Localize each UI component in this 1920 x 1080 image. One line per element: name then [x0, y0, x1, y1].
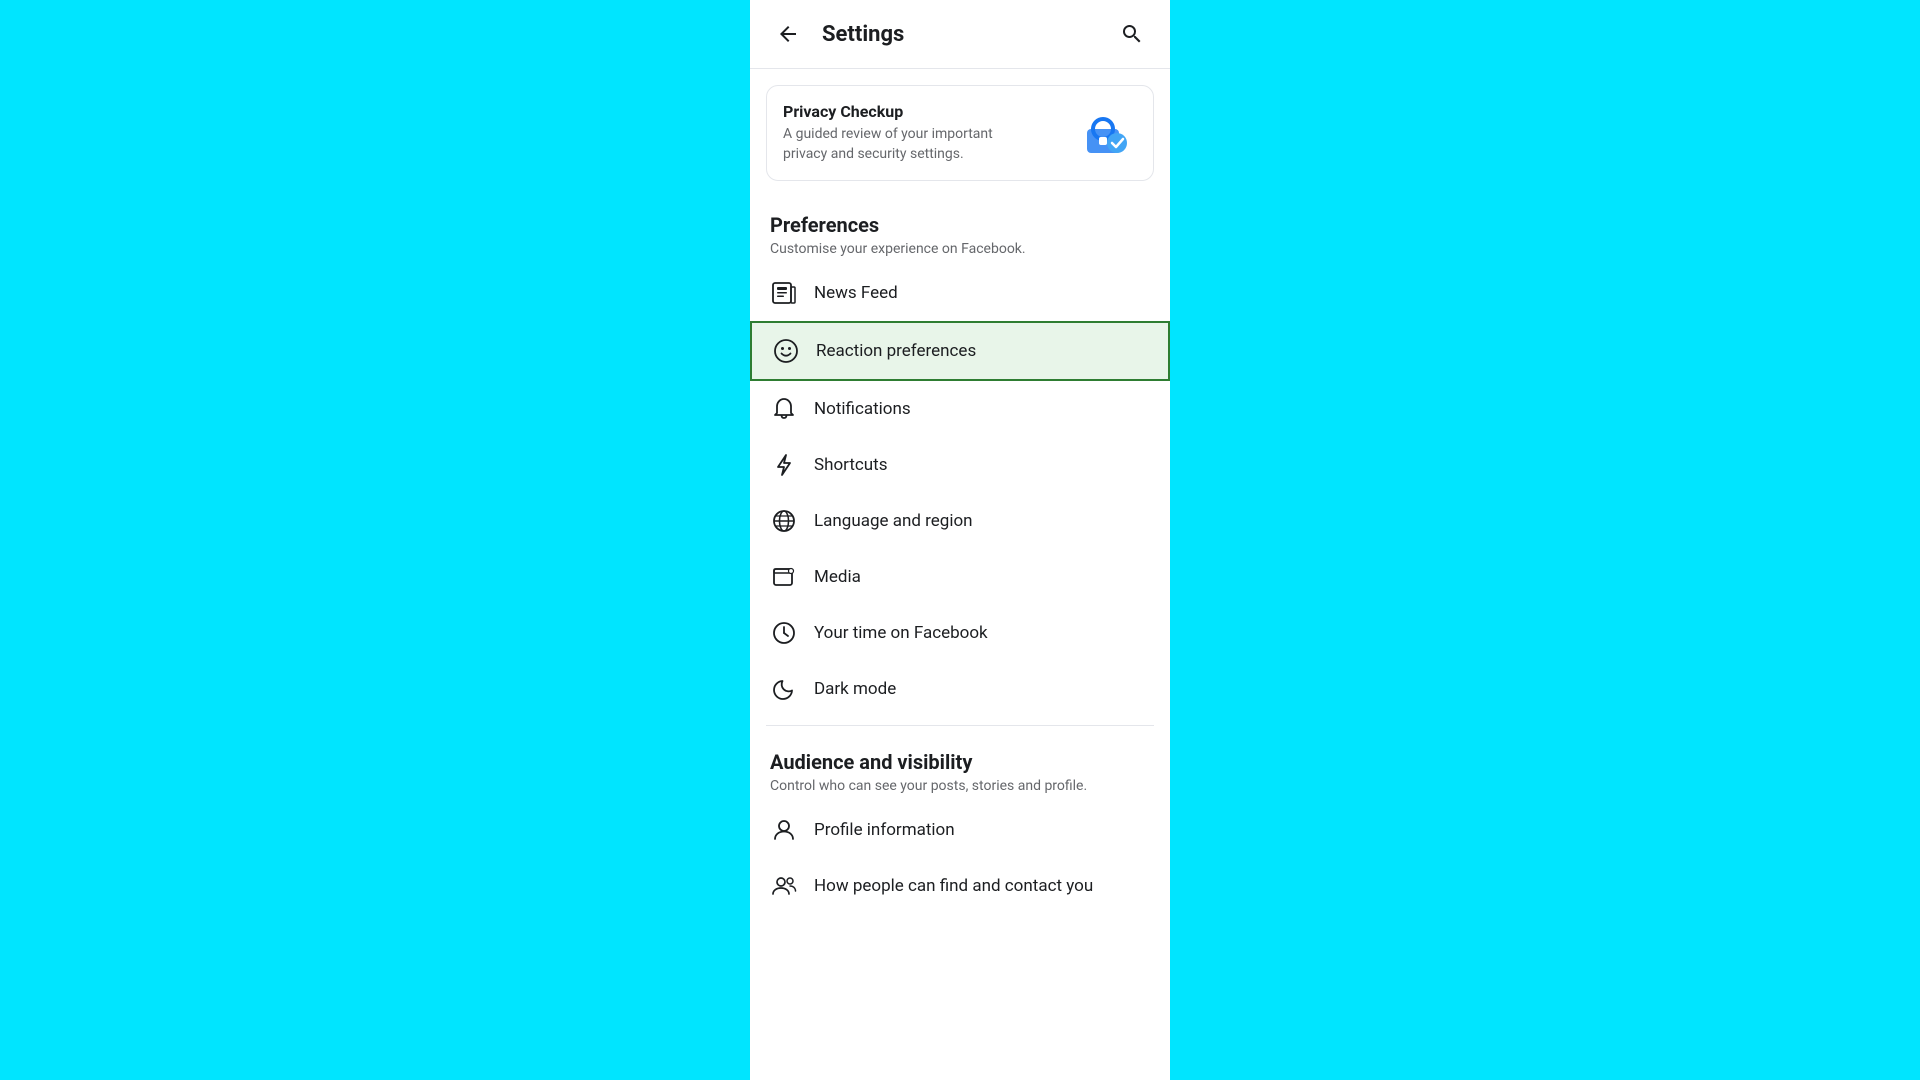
newspaper-icon	[770, 279, 798, 307]
shortcuts-label: Shortcuts	[814, 455, 888, 475]
lightning-icon	[770, 451, 798, 479]
profile-information-label: Profile information	[814, 820, 955, 840]
header: Settings	[750, 0, 1170, 69]
how-people-find-label: How people can find and contact you	[814, 876, 1093, 896]
menu-item-notifications[interactable]: Notifications	[750, 381, 1170, 437]
menu-item-language-region[interactable]: Language and region	[750, 493, 1170, 549]
menu-item-shortcuts[interactable]: Shortcuts	[750, 437, 1170, 493]
preferences-subtitle: Customise your experience on Facebook.	[770, 241, 1150, 257]
menu-item-reaction-preferences[interactable]: Reaction preferences	[750, 321, 1170, 381]
section-divider	[766, 725, 1154, 726]
menu-item-how-people-find[interactable]: How people can find and contact you	[750, 858, 1170, 914]
globe-icon	[770, 507, 798, 535]
clock-icon	[770, 619, 798, 647]
your-time-label: Your time on Facebook	[814, 623, 988, 643]
people-icon	[770, 872, 798, 900]
audience-subtitle: Control who can see your posts, stories …	[770, 778, 1150, 794]
emoji-icon	[772, 337, 800, 365]
page-title: Settings	[822, 22, 904, 47]
preferences-section-header: Preferences Customise your experience on…	[750, 197, 1170, 265]
language-region-label: Language and region	[814, 511, 973, 531]
privacy-checkup-description: A guided review of your important privac…	[783, 125, 1023, 164]
news-feed-label: News Feed	[814, 283, 898, 303]
menu-item-media[interactable]: Media	[750, 549, 1170, 605]
back-button[interactable]	[770, 16, 806, 52]
media-label: Media	[814, 567, 861, 587]
privacy-checkup-title: Privacy Checkup	[783, 102, 1023, 121]
privacy-checkup-icon	[1077, 103, 1137, 163]
bell-icon	[770, 395, 798, 423]
audience-title: Audience and visibility	[770, 750, 1150, 774]
menu-item-profile-information[interactable]: Profile information	[750, 802, 1170, 858]
audience-section-header: Audience and visibility Control who can …	[750, 734, 1170, 802]
person-icon	[770, 816, 798, 844]
search-button[interactable]	[1114, 16, 1150, 52]
dark-mode-label: Dark mode	[814, 679, 896, 699]
content-area: Privacy Checkup A guided review of your …	[750, 69, 1170, 1080]
moon-icon	[770, 675, 798, 703]
header-left: Settings	[770, 16, 904, 52]
menu-item-dark-mode[interactable]: Dark mode	[750, 661, 1170, 717]
notifications-label: Notifications	[814, 399, 911, 419]
preferences-title: Preferences	[770, 213, 1150, 237]
phone-container: Settings Privacy Checkup A guided review…	[750, 0, 1170, 1080]
menu-item-your-time[interactable]: Your time on Facebook	[750, 605, 1170, 661]
menu-item-news-feed[interactable]: News Feed	[750, 265, 1170, 321]
media-icon	[770, 563, 798, 591]
privacy-checkup-text: Privacy Checkup A guided review of your …	[783, 102, 1023, 164]
reaction-preferences-label: Reaction preferences	[816, 341, 976, 361]
privacy-checkup-card[interactable]: Privacy Checkup A guided review of your …	[766, 85, 1154, 181]
